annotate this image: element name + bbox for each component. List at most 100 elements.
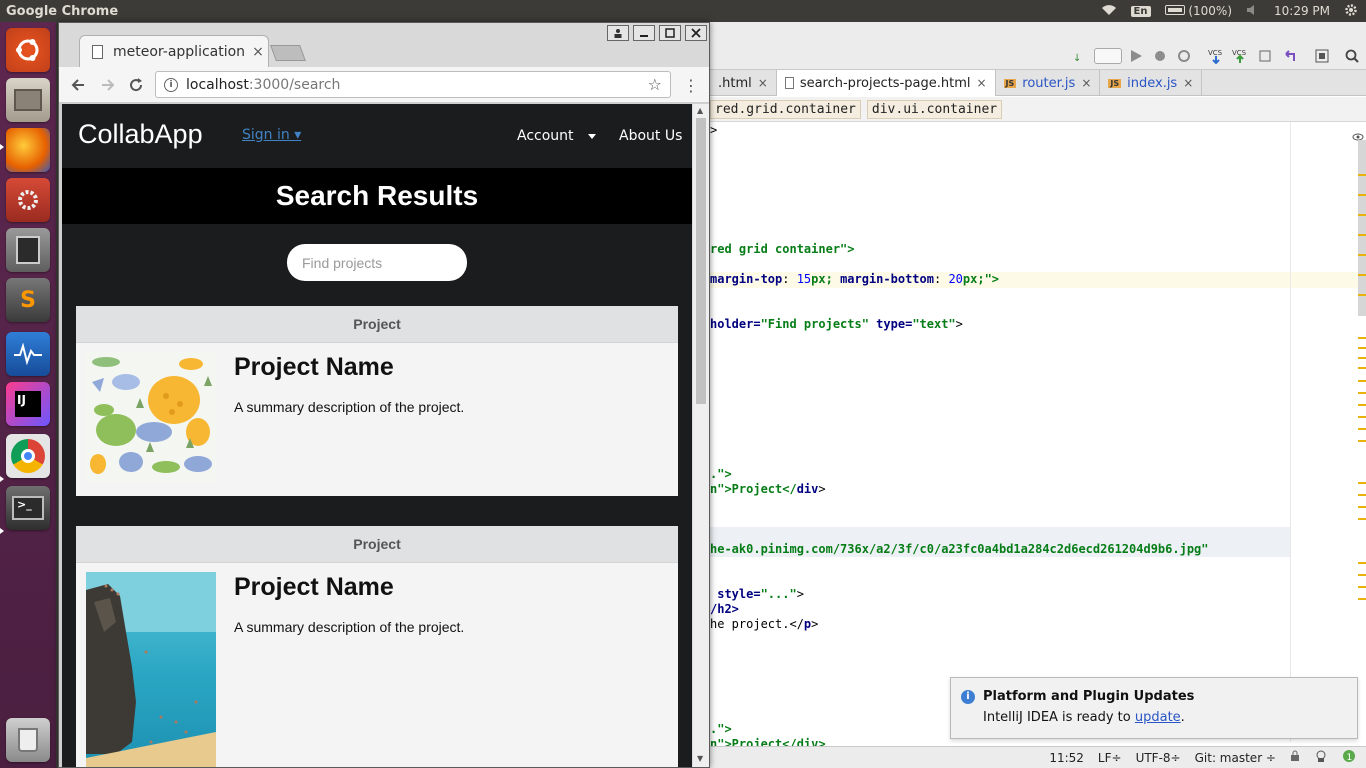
caret-position[interactable]: 11:52 (1049, 751, 1084, 765)
warning-mark[interactable] (1358, 404, 1366, 406)
warning-mark[interactable] (1358, 194, 1366, 196)
forward-arrow-icon[interactable] (97, 74, 119, 96)
warning-mark[interactable] (1358, 598, 1366, 600)
revert-icon[interactable] (1282, 48, 1298, 64)
warning-mark[interactable] (1358, 234, 1366, 236)
warning-mark[interactable] (1358, 494, 1366, 496)
warning-mark[interactable] (1358, 337, 1366, 339)
wifi-icon[interactable] (1101, 4, 1117, 19)
warning-mark[interactable] (1358, 440, 1366, 442)
site-info-icon[interactable]: i (164, 77, 178, 92)
site-brand[interactable]: CollabApp (78, 119, 203, 150)
system-settings-icon[interactable] (6, 178, 50, 222)
files-icon[interactable] (6, 78, 50, 122)
code-editor[interactable]: > red grid container"> margin-top: 15px;… (710, 122, 1366, 751)
address-bar[interactable]: i localhost:3000/search ☆ (155, 71, 671, 98)
run-config-dropdown[interactable] (1094, 48, 1122, 64)
compare-icon[interactable] (1258, 48, 1274, 64)
project-name[interactable]: Project Name (234, 353, 394, 382)
vcs-commit-icon[interactable]: VCS (1232, 48, 1248, 64)
settings-gear-icon[interactable] (1344, 3, 1358, 20)
scroll-down-arrow-icon[interactable]: ▼ (697, 754, 703, 763)
breadcrumb-item[interactable]: red.grid.container (710, 99, 861, 119)
back-arrow-icon[interactable] (67, 74, 89, 96)
coverage-icon[interactable] (1176, 48, 1192, 64)
breadcrumb-item[interactable]: div.ui.container (866, 99, 1003, 119)
warning-mark[interactable] (1358, 357, 1366, 359)
editor-tab-html[interactable]: .html × (710, 70, 777, 96)
clock[interactable]: 10:29 PM (1274, 4, 1330, 18)
scrollbar-thumb[interactable] (696, 118, 706, 404)
project-card[interactable]: Project Project Name A summary descripti… (76, 306, 678, 496)
warning-mark[interactable] (1358, 367, 1366, 369)
warning-mark[interactable] (1358, 274, 1366, 276)
close-icon[interactable]: × (976, 76, 986, 90)
about-us-link[interactable]: About Us (619, 128, 682, 144)
line-separator[interactable]: LF÷ (1098, 751, 1122, 765)
update-notification[interactable]: i Platform and Plugin Updates IntelliJ I… (950, 677, 1358, 739)
warning-mark[interactable] (1358, 174, 1366, 176)
volume-icon[interactable] (1246, 4, 1260, 19)
minimize-icon[interactable] (633, 25, 655, 41)
chrome-menu-icon[interactable]: ⋮ (683, 76, 699, 95)
warning-mark[interactable] (1358, 214, 1366, 216)
sublime-text-icon[interactable]: S (6, 278, 50, 322)
calculator-icon[interactable] (6, 228, 50, 272)
project-structure-icon[interactable] (1314, 48, 1330, 64)
debug-icon[interactable] (1152, 48, 1168, 64)
trash-icon[interactable] (6, 718, 50, 762)
vcs-update-icon[interactable]: VCS (1208, 48, 1224, 65)
account-menu[interactable]: Account (517, 128, 596, 144)
warning-mark[interactable] (1358, 586, 1366, 588)
warning-mark[interactable] (1358, 506, 1366, 508)
scrollbar-thumb[interactable] (1358, 140, 1366, 316)
git-branch[interactable]: Git: master ÷ (1195, 751, 1276, 765)
warning-mark[interactable] (1358, 416, 1366, 418)
update-link[interactable]: update (1135, 710, 1181, 725)
warning-mark[interactable] (1358, 254, 1366, 256)
project-image-dinosaurs[interactable] (86, 352, 216, 486)
warning-mark[interactable] (1358, 482, 1366, 484)
warning-mark[interactable] (1358, 294, 1366, 296)
browser-tab[interactable]: meteor-application × (79, 35, 269, 67)
reload-icon[interactable] (125, 74, 147, 96)
close-icon[interactable]: × (1183, 76, 1193, 90)
warning-mark[interactable] (1358, 428, 1366, 430)
warning-mark[interactable] (1358, 574, 1366, 576)
chrome-icon[interactable] (6, 434, 50, 478)
terminal-icon[interactable]: >_ (6, 486, 50, 530)
warning-mark[interactable] (1358, 392, 1366, 394)
sort-icon[interactable]: ↓ (1072, 48, 1088, 64)
search-input[interactable] (287, 244, 467, 281)
warning-mark[interactable] (1358, 380, 1366, 382)
editor-tab-search-projects-page[interactable]: search-projects-page.html × (776, 70, 996, 96)
project-image-cliff-diving[interactable] (86, 572, 216, 767)
close-tab-icon[interactable]: × (248, 44, 268, 60)
file-encoding[interactable]: UTF-8÷ (1136, 751, 1181, 765)
warning-mark[interactable] (1358, 347, 1366, 349)
intellij-idea-icon[interactable]: IJ (6, 382, 50, 426)
bookmark-star-icon[interactable]: ☆ (648, 75, 662, 94)
ubuntu-dash-icon[interactable] (6, 28, 50, 72)
maximize-icon[interactable] (659, 25, 681, 41)
firefox-icon[interactable] (6, 128, 50, 172)
scroll-up-arrow-icon[interactable]: ▲ (697, 106, 703, 115)
error-stripe[interactable] (1350, 122, 1366, 742)
editor-tab-index-js[interactable]: JS index.js × (1100, 70, 1203, 96)
close-window-icon[interactable] (685, 25, 707, 41)
close-icon[interactable]: × (758, 76, 768, 90)
system-monitor-icon[interactable] (6, 332, 50, 376)
battery-indicator[interactable]: (100%) (1164, 4, 1232, 18)
run-icon[interactable] (1128, 48, 1144, 64)
profile-icon[interactable] (607, 25, 629, 41)
warning-mark[interactable] (1358, 562, 1366, 564)
search-everywhere-icon[interactable] (1344, 48, 1360, 64)
warning-mark[interactable] (1358, 518, 1366, 520)
keyboard-language-indicator[interactable]: En (1130, 5, 1151, 17)
close-icon[interactable]: × (1081, 76, 1091, 90)
sign-in-dropdown[interactable]: Sign in ▾ (242, 127, 301, 143)
lock-icon[interactable] (1290, 750, 1300, 765)
event-log-icon[interactable]: 1 (1342, 749, 1356, 766)
page-scrollbar[interactable]: ▲ ▼ (692, 104, 709, 767)
project-card[interactable]: Project Project Name A summary descripti… (76, 526, 678, 767)
